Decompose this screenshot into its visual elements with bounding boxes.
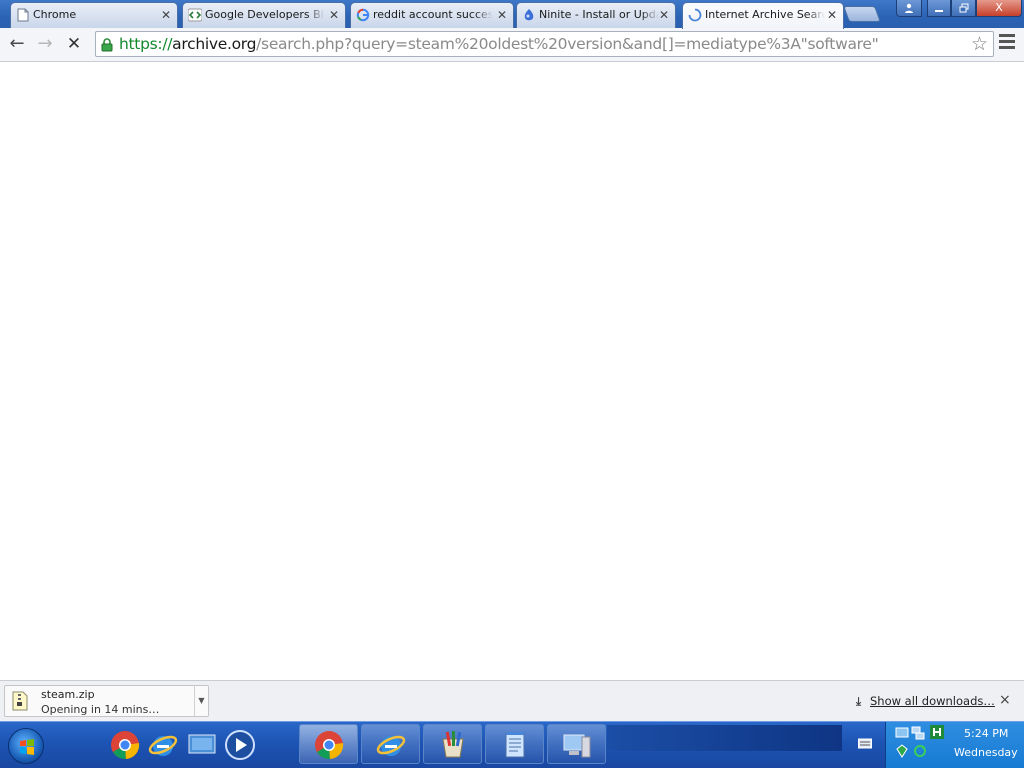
ninite-icon [524, 9, 534, 21]
minimize-button[interactable] [927, 0, 951, 17]
back-button[interactable]: ← [6, 33, 28, 55]
system-tray: 5:24 PM Wednesday [885, 722, 1024, 768]
close-icon[interactable]: ✕ [161, 3, 171, 27]
tab-google-developers-blog[interactable]: Google Developers Blog ✕ [182, 2, 346, 28]
star-icon[interactable]: ☆ [971, 33, 988, 55]
chrome-icon [315, 731, 344, 760]
start-button[interactable] [8, 728, 44, 764]
windows-logo-icon [20, 739, 34, 755]
tab-ninite[interactable]: Ninite - Install or Update ✕ [516, 2, 676, 28]
sync-icon[interactable] [913, 744, 927, 758]
notepad-icon [505, 732, 525, 758]
lock-icon [101, 38, 113, 52]
clock-time[interactable]: 5:24 PM [964, 727, 1008, 740]
minimize-icon [935, 10, 943, 12]
close-shelf-button[interactable]: × [999, 692, 1011, 708]
restore-button[interactable] [951, 0, 976, 17]
tab-strip: Chrome ✕ Google Developers Blog ✕ reddit… [0, 0, 1024, 29]
taskbar-button-paint[interactable] [423, 724, 482, 764]
restore-icon [959, 3, 968, 13]
internet-explorer-icon[interactable] [147, 729, 179, 761]
tab-internet-archive-search[interactable]: Internet Archive Search ✕ [682, 2, 844, 29]
user-profile-button[interactable] [896, 0, 922, 17]
taskbar-button-notepad[interactable] [485, 724, 544, 764]
zip-file-icon [12, 691, 28, 711]
taskbar-button-computer[interactable] [547, 724, 606, 764]
tab-title: Google Developers Blog [205, 8, 325, 21]
download-filename: steam.zip [41, 688, 95, 701]
address-bar[interactable]: https://archive.org/search.php?query=ste… [95, 31, 994, 57]
url-scheme: https:// [119, 35, 173, 53]
shield-icon[interactable] [895, 744, 909, 758]
monitor-icon[interactable] [895, 726, 909, 740]
media-player-icon[interactable] [224, 729, 256, 761]
browser-toolbar: ← → ✕ https://archive.org/search.php?que… [0, 28, 1024, 62]
taskbar-empty-area [607, 725, 842, 751]
taskbar-button-internet-explorer[interactable] [361, 724, 420, 764]
url-host: archive.org [172, 35, 257, 53]
loading-spinner-icon [688, 8, 702, 22]
download-item[interactable]: steam.zip Opening in 14 mins… ▼ [4, 685, 209, 717]
computer-icon [563, 734, 591, 758]
hamburger-menu-icon[interactable] [999, 34, 1015, 54]
screen: Chrome ✕ Google Developers Blog ✕ reddit… [0, 0, 1024, 768]
new-tab-button[interactable] [843, 6, 881, 22]
stop-button[interactable]: ✕ [63, 33, 85, 55]
network-icon[interactable] [911, 726, 925, 740]
show-all-downloads-link[interactable]: ⤓ Show all downloads… [856, 694, 995, 709]
download-status: Opening in 14 mins… [41, 703, 160, 716]
download-arrow-icon: ⤓ [856, 694, 862, 708]
taskbar-button-chrome[interactable] [299, 724, 358, 764]
google-g-icon [356, 8, 370, 22]
window-close-button[interactable]: X [976, 0, 1022, 17]
url-path: /search.php?query=steam%20oldest%20versi… [256, 35, 879, 53]
download-shelf: steam.zip Opening in 14 mins… ▼ ⤓ Show al… [0, 680, 1024, 721]
download-menu-button[interactable]: ▼ [194, 686, 208, 716]
document-icon [17, 8, 29, 22]
forward-button[interactable]: → [34, 33, 56, 55]
url-text[interactable]: https://archive.org/search.php?query=ste… [119, 34, 879, 54]
user-icon [905, 3, 913, 13]
tab-title: Ninite - Install or Update [539, 8, 659, 21]
tab-title: Chrome [33, 8, 77, 21]
tab-title: reddit account successfully created [373, 8, 493, 21]
internet-explorer-icon [376, 735, 406, 756]
close-icon[interactable]: ✕ [329, 3, 339, 27]
clock-day[interactable]: Wednesday [954, 746, 1018, 759]
tab-title: Internet Archive Search [705, 8, 825, 21]
show-desktop-icon[interactable] [186, 729, 218, 761]
show-all-label: Show all downloads… [870, 694, 995, 708]
tab-chrome[interactable]: Chrome ✕ [10, 2, 178, 28]
chrome-icon[interactable] [109, 729, 141, 761]
taskbar: 5:24 PM Wednesday [0, 721, 1024, 768]
app-h-icon[interactable] [930, 725, 944, 739]
close-icon[interactable]: ✕ [827, 3, 837, 27]
tab-reddit-account[interactable]: reddit account successfully created ✕ [350, 2, 514, 28]
keyboard-language-icon[interactable] [858, 737, 872, 749]
paint-icon [442, 731, 464, 758]
close-icon[interactable]: ✕ [497, 3, 507, 27]
close-icon[interactable]: ✕ [659, 3, 669, 27]
code-brackets-icon [188, 8, 202, 22]
page-content [0, 62, 1024, 680]
